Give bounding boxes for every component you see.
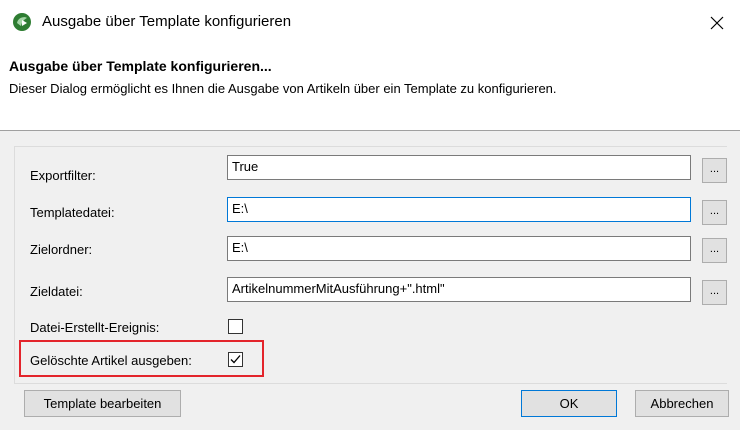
ok-button[interactable]: OK — [521, 390, 617, 417]
header-description: Dieser Dialog ermöglicht es Ihnen die Au… — [9, 81, 557, 96]
exportfilter-browse-button[interactable]: ... — [702, 158, 727, 183]
zieldatei-browse-button[interactable]: ... — [702, 280, 727, 305]
header-title: Ausgabe über Template konfigurieren... — [9, 58, 272, 74]
abbrechen-button[interactable]: Abbrechen — [635, 390, 729, 417]
close-icon — [710, 16, 724, 30]
checkmark-icon — [230, 355, 241, 364]
exportfilter-label: Exportfilter: — [30, 168, 96, 183]
geloeschte-artikel-label: Gelöschte Artikel ausgeben: — [30, 353, 192, 368]
zielordner-input[interactable]: E:\ — [227, 236, 691, 261]
app-icon — [12, 12, 32, 32]
datei-erstellt-checkbox[interactable] — [228, 319, 243, 334]
zielordner-browse-button[interactable]: ... — [702, 238, 727, 263]
templatedatei-input[interactable]: E:\ — [227, 197, 691, 222]
window-title: Ausgabe über Template konfigurieren — [42, 13, 292, 30]
datei-erstellt-label: Datei-Erstellt-Ereignis: — [30, 320, 160, 335]
title-bar: Ausgabe über Template konfigurieren — [0, 0, 740, 46]
zieldatei-input[interactable]: ArtikelnummerMitAusführung+".html" — [227, 277, 691, 302]
zieldatei-label: Zieldatei: — [30, 284, 83, 299]
close-button[interactable] — [694, 0, 740, 46]
templatedatei-label: Templatedatei: — [30, 205, 115, 220]
dialog-body: Exportfilter: True ... Templatedatei: E:… — [0, 131, 740, 430]
templatedatei-browse-button[interactable]: ... — [702, 200, 727, 225]
dialog-header: Ausgabe über Template konfigurieren... D… — [0, 46, 740, 131]
geloeschte-artikel-checkbox[interactable] — [228, 352, 243, 367]
template-bearbeiten-button[interactable]: Template bearbeiten — [24, 390, 181, 417]
exportfilter-input[interactable]: True — [227, 155, 691, 180]
zielordner-label: Zielordner: — [30, 242, 93, 257]
